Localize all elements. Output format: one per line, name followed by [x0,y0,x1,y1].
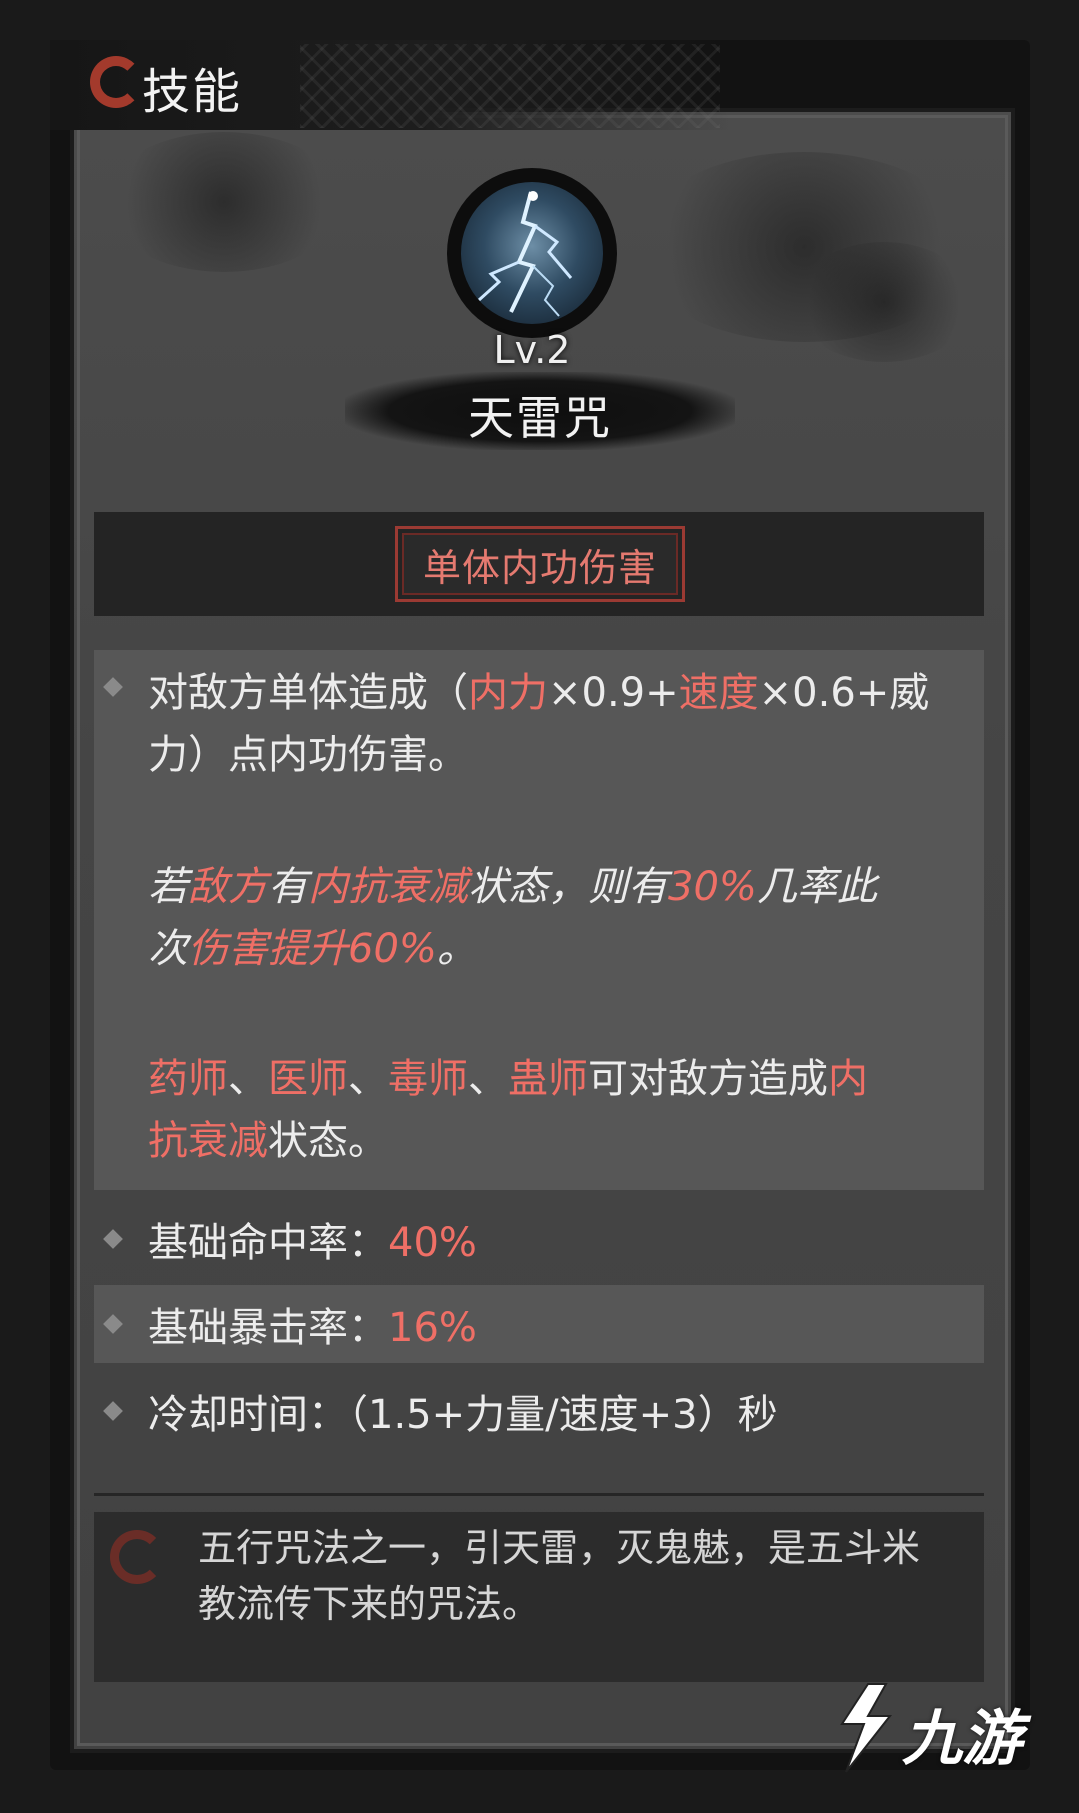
plain-text: 、 [228,1056,268,1102]
highlight-text: 毒师 [388,1056,468,1102]
highlight-text: 30% [668,864,757,910]
lore-text: 五行咒法之一，引天雷，灭鬼魅，是五斗米 教流传下来的咒法。 [198,1520,978,1632]
lightning-icon [461,182,603,324]
bullet-diamond-icon [103,1314,123,1334]
stat-crit: 基础暴击率：16% [148,1305,477,1351]
stat-row-hit: 基础命中率：40% [94,1200,984,1278]
bullet-diamond-icon [103,1229,123,1249]
plain-text: 、 [348,1056,388,1102]
description-line: 抗衰减状态。 [148,1110,978,1172]
lore-logo-icon [110,1530,164,1584]
skill-type-badge: 单体内功伤害 [395,526,685,602]
highlight-text: 伤害提升60% [188,926,437,972]
highlight-text: 内抗衰减 [308,864,468,910]
bullet-diamond-icon [103,1401,123,1421]
plain-text: ×0.6+威 [758,670,930,716]
skill-logo-icon [90,56,142,108]
lore-line: 教流传下来的咒法。 [198,1582,541,1626]
description-line: 次伤害提升60%。 [148,918,978,980]
plain-text: 有 [268,864,308,910]
highlight-text: 内 [828,1056,868,1102]
lore-line: 五行咒法之一，引天雷，灭鬼魅，是五斗米 [198,1526,921,1570]
plain-text: 若 [148,864,188,910]
highlight-text: 抗衰减 [148,1118,268,1164]
stat-cooldown: 冷却时间：（1.5+力量/速度+3）秒 [148,1392,778,1438]
ink-splash [794,242,974,362]
plain-text: 对敌方单体造成（ [148,670,468,716]
watermark-text: 九游 [902,1704,1022,1774]
plain-text: 次 [148,926,188,972]
stat-hit: 基础命中率：40% [148,1220,477,1266]
plain-text: ×0.9+ [548,670,679,716]
watermark-logo-icon [840,1683,893,1773]
highlight-text: 内力 [468,670,548,716]
highlight-text: 速度 [678,670,759,716]
skill-icon[interactable] [447,168,617,338]
description-line: 若敌方有内抗衰减状态，则有30%几率此 [148,856,978,918]
page-title: 技能 [142,64,243,120]
description-line: 力）点内功伤害。 [148,732,468,778]
highlight-text: 医师 [268,1056,348,1102]
stat-row-crit: 基础暴击率：16% [94,1285,984,1363]
plain-text: 。 [436,926,477,972]
plain-text: 状态，则有 [468,864,668,910]
plain-text: 几率此 [756,864,877,910]
header-ornament [300,44,720,128]
plain-text: 状态。 [268,1118,388,1164]
plain-text: 、 [468,1056,508,1102]
skill-level: Lv.2 [493,328,571,372]
stat-row-cooldown: 冷却时间：（1.5+力量/速度+3）秒 [94,1372,984,1450]
description-line: 药师、医师、毒师、蛊师可对敌方造成内 [148,1048,978,1110]
skill-name: 天雷咒 [468,391,612,445]
highlight-text: 敌方 [188,864,268,910]
plain-text: 可对敌方造成 [588,1056,828,1102]
description-line: 对敌方单体造成（内力×0.9+速度×0.6+威 [148,662,978,724]
ink-splash [104,132,344,272]
highlight-text: 药师 [148,1056,228,1102]
highlight-text: 蛊师 [508,1056,588,1102]
divider [94,1493,984,1496]
